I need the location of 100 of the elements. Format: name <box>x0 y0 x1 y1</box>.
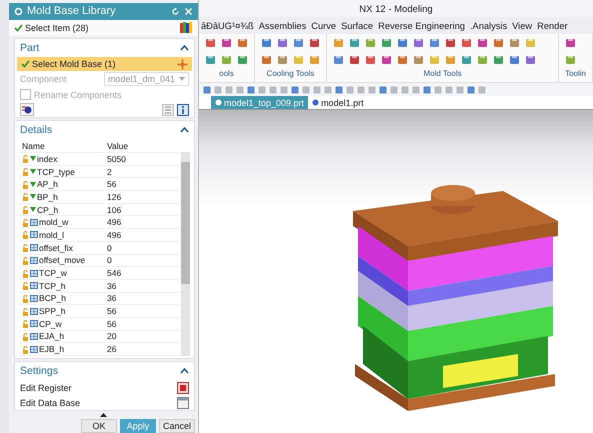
parameter-name: BCP_h <box>39 293 66 304</box>
setting-label: Edit Data Base <box>20 398 80 408</box>
collapse-icon[interactable] <box>180 368 189 374</box>
select-mold-base-row[interactable]: Select Mold Base (1) <box>17 57 192 71</box>
parameter-name: mold_w <box>39 217 68 228</box>
section-heading[interactable]: Settings <box>20 365 58 377</box>
tool-icon[interactable] <box>461 37 472 48</box>
tool-icon[interactable] <box>565 37 576 48</box>
tool-icon[interactable] <box>205 37 216 48</box>
parameter-name: offset_move <box>39 255 86 266</box>
tool-icon[interactable] <box>381 54 392 65</box>
tool-icon[interactable] <box>397 54 408 65</box>
menu-item[interactable]: Curve <box>311 20 336 30</box>
lock-icon <box>22 281 29 290</box>
section-heading[interactable]: Details <box>20 124 52 136</box>
tool-icon[interactable] <box>477 37 488 48</box>
register-icon[interactable] <box>177 382 189 394</box>
tool-icon[interactable] <box>365 37 376 48</box>
menu-item[interactable]: âĐâUG¹¤¾ß <box>201 20 254 30</box>
tool-icon[interactable] <box>349 37 360 48</box>
tool-icon[interactable] <box>429 37 440 48</box>
grid-icon <box>30 244 38 252</box>
tool-icon[interactable] <box>221 37 232 48</box>
parameter-name: index <box>37 154 58 164</box>
select-mold-base-label: Select Mold Base (1) <box>21 59 116 69</box>
check-icon <box>21 60 30 68</box>
parameter-value: 2 <box>106 166 113 177</box>
books-icon[interactable] <box>179 21 193 34</box>
tool-icon[interactable] <box>333 37 344 48</box>
grid-icon <box>30 218 38 226</box>
dialog-button[interactable]: Cancel <box>159 419 195 433</box>
tool-icon[interactable] <box>413 54 424 65</box>
tool-icon[interactable] <box>237 54 248 65</box>
tool-icon[interactable] <box>493 54 504 65</box>
tool-icon[interactable] <box>509 37 520 48</box>
tool-icon[interactable] <box>261 37 272 48</box>
tool-icon[interactable] <box>461 54 472 65</box>
grid-icon <box>30 282 38 290</box>
tool-icon[interactable] <box>221 54 232 65</box>
more-arrow-icon[interactable] <box>100 413 107 417</box>
grid-icon <box>30 308 38 315</box>
grid-icon <box>30 256 38 264</box>
lock-icon <box>22 256 29 265</box>
scrollbar[interactable] <box>181 152 190 356</box>
tool-icon[interactable] <box>413 37 424 48</box>
tool-icon[interactable] <box>365 54 376 65</box>
tool-icon[interactable] <box>509 54 520 65</box>
parameter-name: CP_w <box>39 318 62 329</box>
grid-icon <box>30 320 38 328</box>
check-icon <box>14 24 23 32</box>
tool-icon[interactable] <box>277 54 288 65</box>
tool-icon[interactable] <box>261 54 272 65</box>
parameter-value: 36 <box>106 280 118 291</box>
part-icon[interactable] <box>20 103 34 116</box>
document-tab[interactable]: model1.prt <box>308 96 368 109</box>
tool-icon[interactable] <box>237 37 248 48</box>
lock-icon <box>22 332 29 341</box>
close-icon[interactable] <box>184 6 193 16</box>
tool-icon[interactable] <box>309 54 320 65</box>
collapse-icon[interactable] <box>180 127 189 133</box>
triangle-icon <box>30 194 36 200</box>
grid-icon <box>30 332 38 340</box>
reset-icon[interactable] <box>171 6 180 16</box>
menu-item[interactable]: Render <box>537 20 568 30</box>
ribbon-group-label: Cooling Tools <box>266 69 314 78</box>
tool-icon[interactable] <box>525 54 536 65</box>
tool-icon[interactable] <box>397 37 408 48</box>
tool-icon[interactable] <box>349 54 360 65</box>
lock-icon <box>22 268 29 278</box>
info-icon[interactable] <box>177 104 189 116</box>
tool-icon[interactable] <box>445 37 456 48</box>
ribbon-group-label: ools <box>219 69 234 78</box>
tool-icon[interactable] <box>445 54 456 65</box>
tool-icon[interactable] <box>309 37 320 48</box>
tool-icon[interactable] <box>333 54 344 65</box>
lock-icon <box>22 218 29 227</box>
tool-icon[interactable] <box>477 54 488 65</box>
tool-icon[interactable] <box>293 37 304 48</box>
collapse-icon[interactable] <box>180 45 189 51</box>
menu-item[interactable]: Surface <box>341 20 374 30</box>
menu-item[interactable]: Reverse Engineering <box>378 20 465 30</box>
menu-item[interactable]: .Analysis <box>470 20 508 30</box>
tool-icon[interactable] <box>277 37 288 48</box>
tool-icon[interactable] <box>493 37 504 48</box>
section-heading[interactable]: Part <box>20 42 40 54</box>
tool-icon[interactable] <box>565 54 576 65</box>
menu-item[interactable]: Assemblies <box>258 20 306 30</box>
tool-icon[interactable] <box>381 37 392 48</box>
menu-item[interactable]: View <box>512 20 532 30</box>
viewport[interactable] <box>199 110 593 433</box>
parameter-name: AP_h <box>37 179 58 190</box>
lock-icon <box>22 192 29 202</box>
dialog-button[interactable]: OK <box>81 419 117 433</box>
column-header: Value <box>106 140 130 150</box>
parameter-value: 0 <box>106 242 113 253</box>
parameter-value: 496 <box>106 217 122 228</box>
lock-icon <box>22 294 29 303</box>
table-icon[interactable] <box>177 396 189 408</box>
tool-icon[interactable] <box>205 54 216 65</box>
parameter-name: CP_h <box>37 204 58 215</box>
